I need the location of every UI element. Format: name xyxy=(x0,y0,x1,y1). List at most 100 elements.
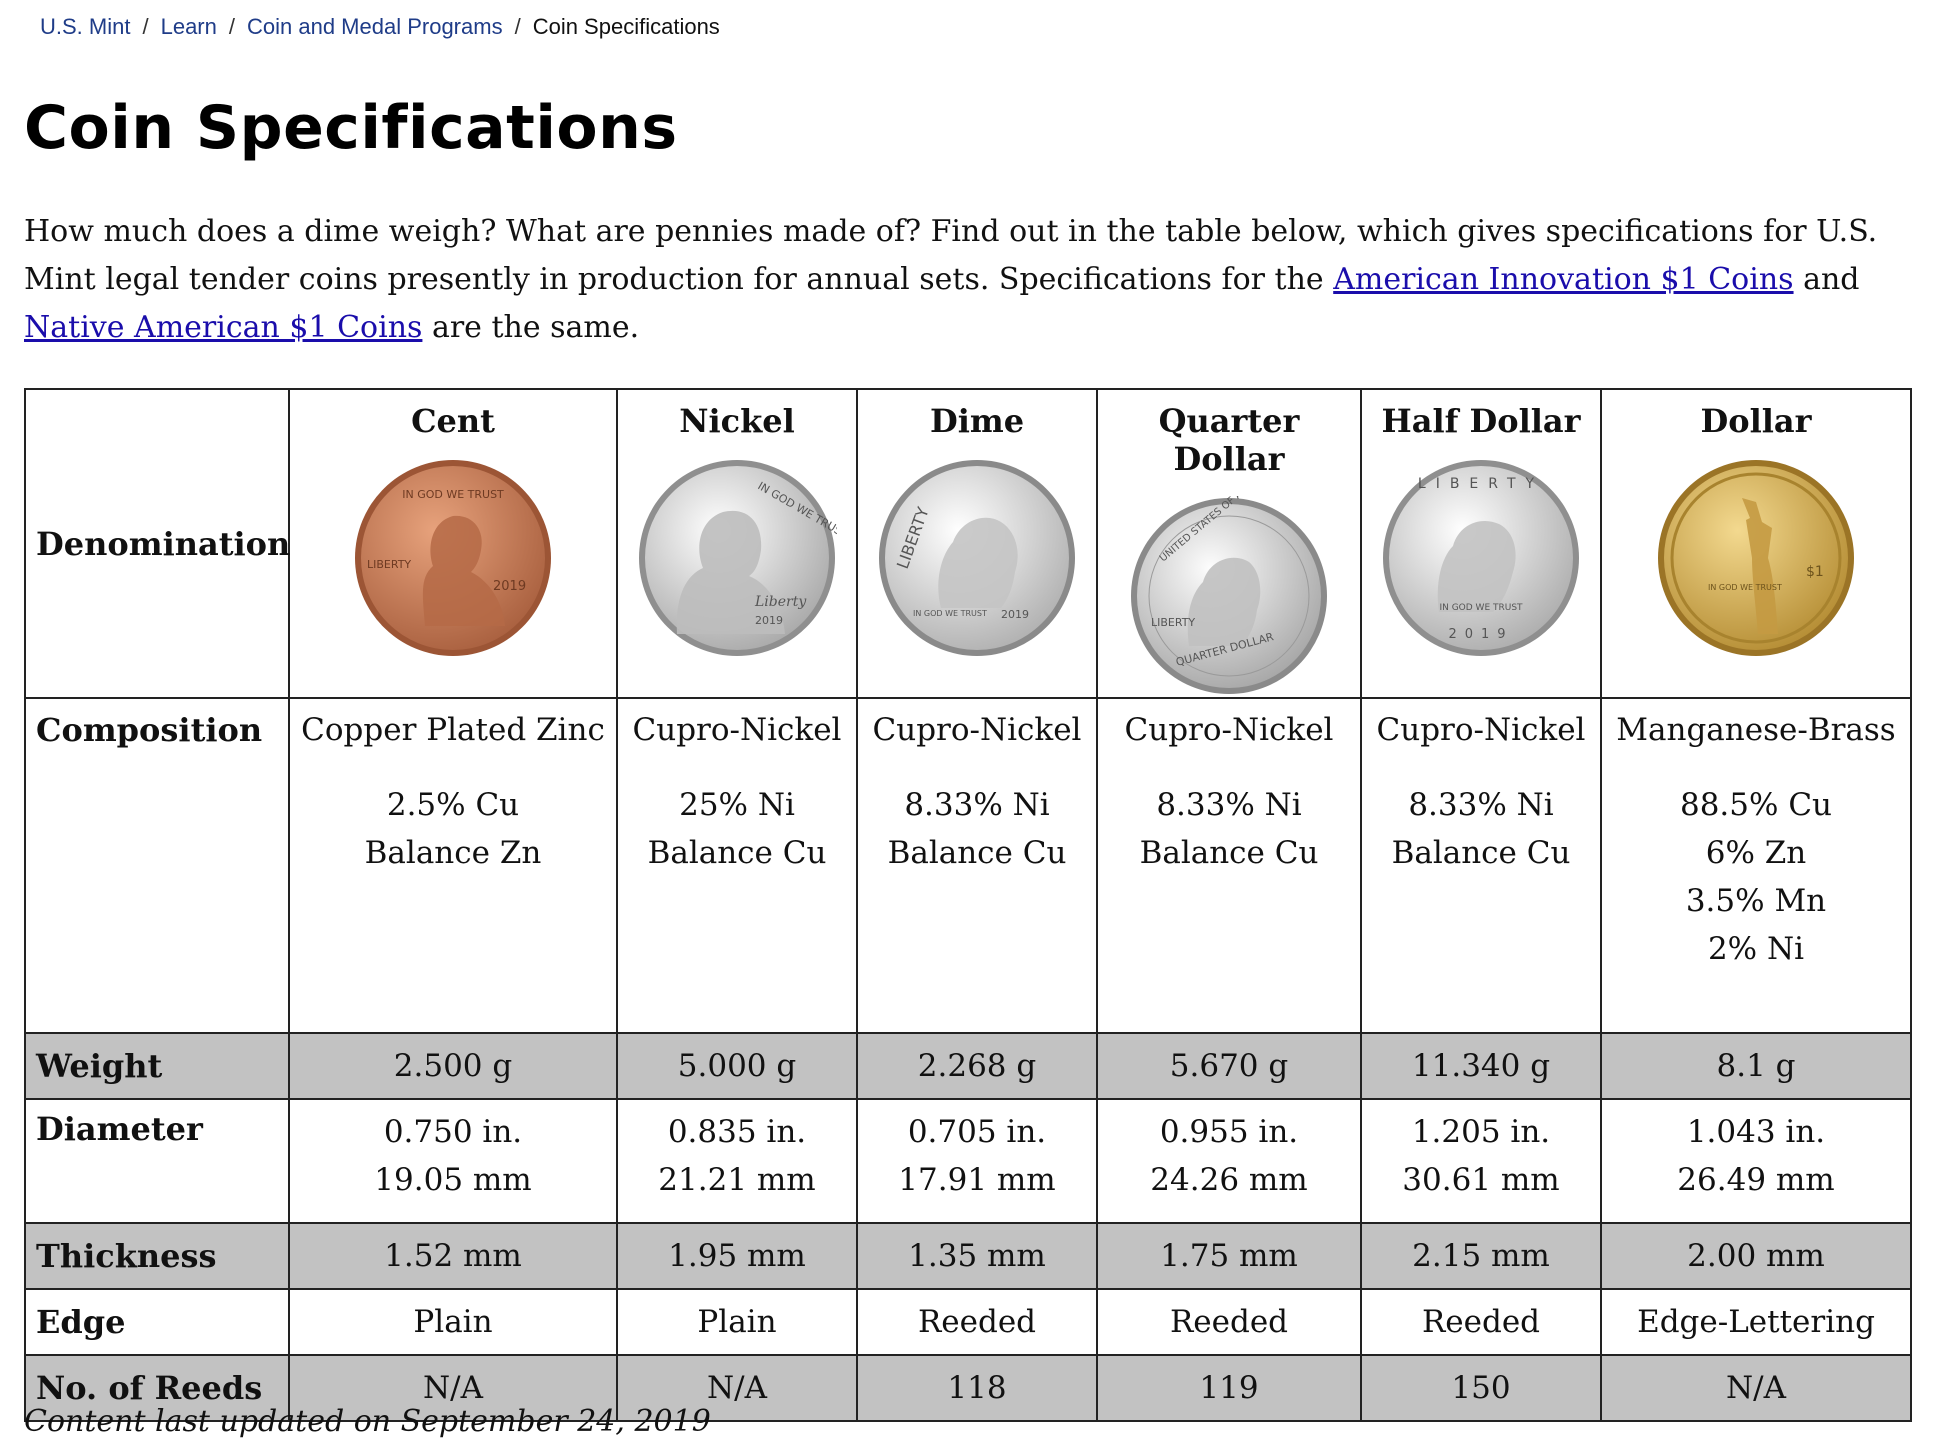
coin-liberty: LIBERTY xyxy=(1151,616,1195,629)
breadcrumb-coin-medal-programs[interactable]: Coin and Medal Programs xyxy=(247,14,503,39)
weight-cell: 5.000 g xyxy=(616,1032,858,1100)
breadcrumb: U.S. Mint / Learn / Coin and Medal Programs /… xyxy=(40,10,720,44)
diameter-mm: 24.26 mm xyxy=(1150,1162,1308,1198)
composition-detail: Balance Cu xyxy=(647,835,827,871)
diameter-cell: 0.835 in. 21.21 mm xyxy=(616,1098,858,1224)
weight-cell: 11.340 g xyxy=(1360,1032,1602,1100)
coin-header-dime: Dime LIBERTY IN GOD WE TRUST 2019 xyxy=(856,388,1098,699)
composition-detail: 8.33% Ni xyxy=(904,787,1050,823)
thickness-label: Thickness xyxy=(24,1222,290,1290)
thickness-cell: 1.75 mm xyxy=(1096,1222,1362,1290)
composition-name: Manganese-Brass xyxy=(1616,712,1896,748)
edge-cell: Plain xyxy=(616,1288,858,1356)
coin-name: Dollar xyxy=(1700,402,1812,440)
composition-name: Cupro-Nickel xyxy=(1376,712,1586,748)
diameter-cell: 0.955 in. 24.26 mm xyxy=(1096,1098,1362,1224)
edge-cell: Reeded xyxy=(1096,1288,1362,1356)
composition-detail: Balance Cu xyxy=(1139,835,1319,871)
nickel-coin-image: IN GOD WE TRUST Liberty 2019 xyxy=(639,460,837,656)
composition-name: Cupro-Nickel xyxy=(632,712,842,748)
coin-year: 2019 xyxy=(493,579,526,594)
edge-cell: Reeded xyxy=(856,1288,1098,1356)
reeds-cell: N/A xyxy=(1600,1354,1912,1422)
edge-label: Edge xyxy=(24,1288,290,1356)
composition-detail: 25% Ni xyxy=(679,787,795,823)
native-american-link[interactable]: Native American $1 Coins xyxy=(24,310,422,345)
composition-cell: Cupro-Nickel 25% Ni Balance Cu xyxy=(616,697,858,1034)
coin-spec-table: Denomination Cent IN GOD WE TRUST LIBERT… xyxy=(24,388,1912,1422)
thickness-row: Thickness 1.52 mm 1.95 mm 1.35 mm 1.75 m… xyxy=(24,1222,1912,1290)
coin-year: 2019 xyxy=(1001,608,1029,621)
breadcrumb-learn[interactable]: Learn xyxy=(161,14,217,39)
coin-name: Cent xyxy=(411,402,495,440)
edge-cell: Edge-Lettering xyxy=(1600,1288,1912,1356)
american-innovation-link[interactable]: American Innovation $1 Coins xyxy=(1333,262,1793,297)
composition-detail: Balance Cu xyxy=(1391,835,1571,871)
thickness-cell: 2.15 mm xyxy=(1360,1222,1602,1290)
diameter-mm: 21.21 mm xyxy=(658,1162,816,1198)
thickness-cell: 1.95 mm xyxy=(616,1222,858,1290)
reeds-cell: 119 xyxy=(1096,1354,1362,1422)
composition-name: Copper Plated Zinc xyxy=(301,712,605,748)
coin-motto: IN GOD WE TRUST xyxy=(402,488,504,501)
cent-coin-image: IN GOD WE TRUST LIBERTY 2019 xyxy=(355,460,551,656)
weight-cell: 2.268 g xyxy=(856,1032,1098,1100)
diameter-mm: 30.61 mm xyxy=(1402,1162,1560,1198)
quarter-coin-image: UNITED STATES OF AMERICA LIBERTY QUARTER… xyxy=(1131,496,1327,694)
breadcrumb-us-mint[interactable]: U.S. Mint xyxy=(40,14,130,39)
thickness-cell: 1.52 mm xyxy=(288,1222,618,1290)
diameter-mm: 26.49 mm xyxy=(1677,1162,1835,1198)
coin-liberty: LIBERTY xyxy=(367,558,411,571)
coin-header-cent: Cent IN GOD WE TRUST LIBERTY 2019 xyxy=(288,388,618,699)
weight-cell: 5.670 g xyxy=(1096,1032,1362,1100)
denomination-row: Denomination Cent IN GOD WE TRUST LIBERT… xyxy=(24,388,1912,699)
breadcrumb-separator: / xyxy=(514,14,521,39)
coin-liberty: IN GOD WE TRUST xyxy=(913,609,987,618)
breadcrumb-separator: / xyxy=(142,14,149,39)
diameter-cell: 0.705 in. 17.91 mm xyxy=(856,1098,1098,1224)
composition-detail: 2.5% Cu xyxy=(386,787,520,823)
coin-header-half-dollar: Half Dollar LIBERTY IN GOD WE TRUST 2019 xyxy=(1360,388,1602,699)
coin-year: 2019 xyxy=(1448,627,1513,642)
coin-name: Dime xyxy=(929,402,1025,440)
composition-detail: 6% Zn xyxy=(1705,835,1807,871)
half-dollar-coin-image: LIBERTY IN GOD WE TRUST 2019 xyxy=(1383,460,1579,656)
diameter-inches: 0.750 in. xyxy=(383,1114,523,1150)
composition-detail: 2% Ni xyxy=(1707,931,1805,967)
reeds-cell: 118 xyxy=(856,1354,1098,1422)
weight-label: Weight xyxy=(24,1032,290,1100)
diameter-inches: 0.705 in. xyxy=(907,1114,1047,1150)
diameter-row: Diameter 0.750 in. 19.05 mm 0.835 in. 21.2… xyxy=(24,1098,1912,1224)
composition-cell: Cupro-Nickel 8.33% Ni Balance Cu xyxy=(1360,697,1602,1034)
coin-liberty: IN GOD WE TRUST xyxy=(1439,603,1523,613)
weight-cell: 2.500 g xyxy=(288,1032,618,1100)
page-title: Coin Specifications xyxy=(24,93,678,163)
diameter-inches: 1.043 in. xyxy=(1686,1114,1826,1150)
composition-detail: 8.33% Ni xyxy=(1408,787,1554,823)
composition-name: Cupro-Nickel xyxy=(1124,712,1334,748)
coin-header-nickel: Nickel IN GOD WE TRUST Liberty 2019 xyxy=(616,388,858,699)
diameter-cell: 1.205 in. 30.61 mm xyxy=(1360,1098,1602,1224)
composition-detail: Balance Cu xyxy=(887,835,1067,871)
coin-motto: IN GOD WE TRUST xyxy=(1708,583,1782,592)
dollar-coin-image: IN GOD WE TRUST $1 xyxy=(1658,460,1854,656)
composition-cell: Cupro-Nickel 8.33% Ni Balance Cu xyxy=(1096,697,1362,1034)
diameter-inches: 0.955 in. xyxy=(1159,1114,1299,1150)
coin-name: Nickel xyxy=(679,402,795,440)
edge-cell: Reeded xyxy=(1360,1288,1602,1356)
reeds-cell: 150 xyxy=(1360,1354,1602,1422)
diameter-cell: 1.043 in. 26.49 mm xyxy=(1600,1098,1912,1224)
composition-cell: Copper Plated Zinc 2.5% Cu Balance Zn xyxy=(288,697,618,1034)
composition-detail: 8.33% Ni xyxy=(1156,787,1302,823)
denomination-label: Denomination xyxy=(24,388,290,699)
edge-row: Edge Plain Plain Reeded Reeded Reeded Ed… xyxy=(24,1288,1912,1356)
composition-detail: 3.5% Mn xyxy=(1685,883,1827,919)
coin-name: Half Dollar xyxy=(1381,402,1581,440)
coin-denomination: $1 xyxy=(1806,564,1824,580)
diameter-inches: 0.835 in. xyxy=(667,1114,807,1150)
coin-motto: LIBERTY xyxy=(1418,476,1544,492)
breadcrumb-current: Coin Specifications xyxy=(532,14,720,39)
thickness-cell: 1.35 mm xyxy=(856,1222,1098,1290)
weight-cell: 8.1 g xyxy=(1600,1032,1912,1100)
composition-detail: Balance Zn xyxy=(364,835,542,871)
